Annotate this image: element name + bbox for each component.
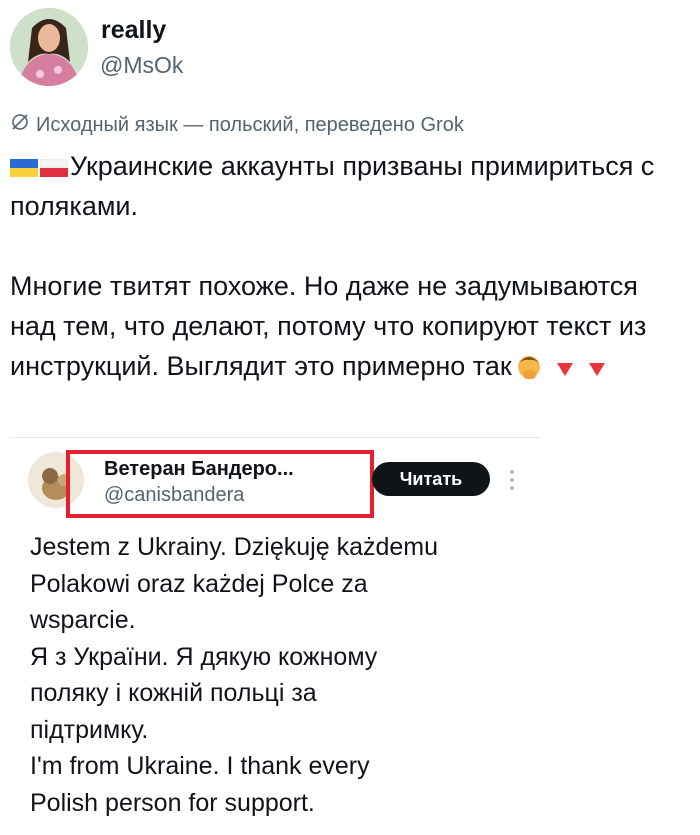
divider — [10, 437, 540, 438]
down-triangle-icon — [556, 362, 573, 376]
quoted-tweet-text: Jestem z Ukrainy. Dziękuję każdemu Polak… — [30, 533, 439, 817]
tweet-line-2: Многие твитят похоже. Но даже не задумыв… — [10, 271, 647, 381]
author-handle[interactable]: @MsOk — [100, 52, 183, 79]
poland-flag-icon — [40, 158, 68, 177]
tweet-line-1: Украинские аккаунты призваны примириться… — [10, 151, 655, 221]
ukraine-flag-icon — [10, 158, 38, 177]
translation-note-text: Исходный язык — польский, переведено Gro… — [36, 113, 464, 136]
author-name[interactable]: really — [101, 16, 166, 45]
author-avatar[interactable] — [10, 8, 88, 86]
translate-icon — [10, 112, 30, 138]
translation-note[interactable]: Исходный язык — польский, переведено Gro… — [10, 112, 464, 138]
down-triangle-icon — [588, 362, 605, 376]
read-button[interactable]: Читать — [372, 462, 490, 496]
highlight-box — [66, 450, 374, 518]
tweet-body: Украинские аккаунты призваны примириться… — [10, 146, 690, 386]
facepalm-icon — [514, 353, 544, 383]
more-options-icon[interactable] — [508, 468, 516, 492]
